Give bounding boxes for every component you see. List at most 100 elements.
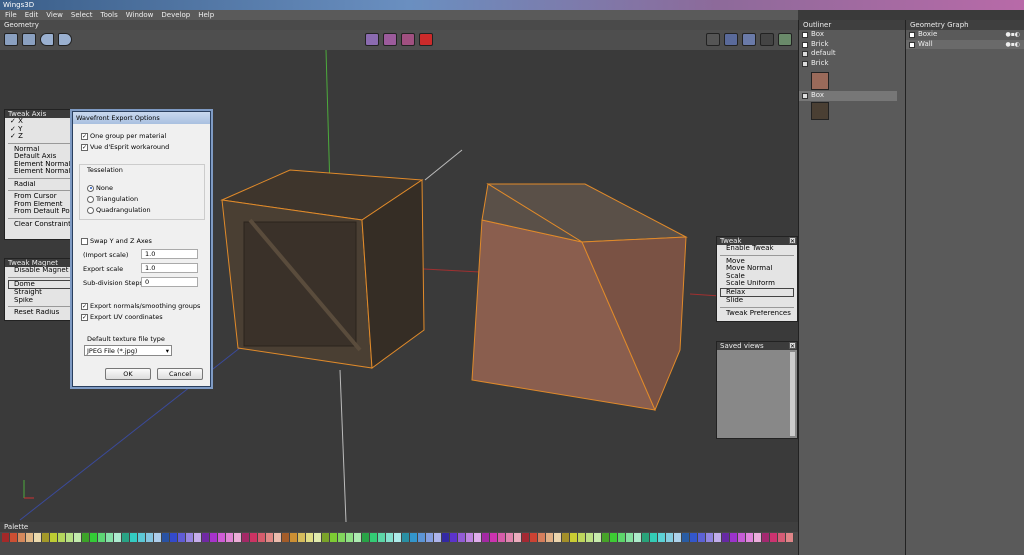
palette-swatch[interactable]	[82, 533, 90, 542]
scrollbar[interactable]	[790, 352, 795, 436]
palette-swatch[interactable]	[690, 533, 698, 542]
palette-swatch[interactable]	[682, 533, 690, 542]
axes-icon[interactable]	[778, 33, 792, 46]
palette-swatch[interactable]	[466, 533, 474, 542]
palette-swatch[interactable]	[322, 533, 330, 542]
palette-swatch[interactable]	[18, 533, 26, 542]
outliner-item[interactable]: Brick	[799, 59, 905, 69]
palette-swatch[interactable]	[66, 533, 74, 542]
palette-swatch[interactable]	[98, 533, 106, 542]
palette-swatch[interactable]	[506, 533, 514, 542]
palette-swatch[interactable]	[202, 533, 210, 542]
palette-swatch[interactable]	[770, 533, 778, 542]
box-texture-thumbnail[interactable]	[811, 102, 829, 120]
menu-window[interactable]: Window	[126, 11, 154, 19]
palette-swatch[interactable]	[186, 533, 194, 542]
palette-swatch[interactable]	[786, 533, 794, 542]
palette-swatch[interactable]	[146, 533, 154, 542]
palette-swatch[interactable]	[234, 533, 242, 542]
radio-quadrangulation[interactable]: Quadrangulation	[87, 206, 151, 214]
one-group-checkbox[interactable]: ✓ One group per material	[81, 132, 166, 140]
undo-icon[interactable]	[40, 33, 54, 46]
palette-swatch[interactable]	[250, 533, 258, 542]
palette-swatch[interactable]	[378, 533, 386, 542]
palette-swatch[interactable]	[258, 533, 266, 542]
palette-swatch[interactable]	[626, 533, 634, 542]
palette-swatch[interactable]	[714, 533, 722, 542]
export-normals-checkbox[interactable]: ✓ Export normals/smoothing groups	[81, 302, 200, 310]
palette-swatch[interactable]	[394, 533, 402, 542]
palette-swatch[interactable]	[610, 533, 618, 542]
move-normal-item[interactable]: Move Normal	[717, 265, 797, 273]
palette-swatch[interactable]	[242, 533, 250, 542]
menu-view[interactable]: View	[46, 11, 63, 19]
palette-swatch[interactable]	[434, 533, 442, 542]
vue-checkbox[interactable]: ✓ Vue d'Esprit workaround	[81, 143, 169, 151]
palette-swatch[interactable]	[490, 533, 498, 542]
palette-swatch[interactable]	[210, 533, 218, 542]
enable-tweak-item[interactable]: Enable Tweak	[717, 245, 797, 253]
palette-swatch[interactable]	[298, 533, 306, 542]
palette-swatch[interactable]	[178, 533, 186, 542]
palette-swatch[interactable]	[410, 533, 418, 542]
palette-swatch[interactable]	[674, 533, 682, 542]
palette-swatch[interactable]	[338, 533, 346, 542]
menu-help[interactable]: Help	[198, 11, 214, 19]
texture-type-select[interactable]: JPEG File (*.jpg) ▾	[84, 345, 172, 356]
palette-swatch[interactable]	[218, 533, 226, 542]
visibility-icon[interactable]: ●▪◐	[1005, 30, 1020, 40]
palette-swatch[interactable]	[266, 533, 274, 542]
palette-swatch[interactable]	[738, 533, 746, 542]
relax-item[interactable]: Relax	[720, 287, 794, 297]
move-item[interactable]: Move	[717, 258, 797, 266]
palette-swatch[interactable]	[722, 533, 730, 542]
palette-swatch[interactable]	[602, 533, 610, 542]
palette-swatch[interactable]	[274, 533, 282, 542]
cancel-button[interactable]: Cancel	[157, 368, 203, 380]
palette-swatch[interactable]	[554, 533, 562, 542]
palette-swatch[interactable]	[578, 533, 586, 542]
export-scale-field[interactable]: 1.0	[141, 263, 198, 273]
palette-swatch[interactable]	[194, 533, 202, 542]
face-select-icon[interactable]	[401, 33, 415, 46]
graph-item[interactable]: Wall ●▪◐	[906, 39, 1024, 50]
outliner-item[interactable]: default	[799, 49, 905, 59]
close-icon[interactable]: ✕	[789, 237, 796, 245]
ok-button[interactable]: OK	[105, 368, 151, 380]
radio-triangulation[interactable]: Triangulation	[87, 195, 138, 203]
scale-uniform-item[interactable]: Scale Uniform	[717, 280, 797, 288]
palette-swatch[interactable]	[658, 533, 666, 542]
palette-swatch[interactable]	[74, 533, 82, 542]
palette-swatch[interactable]	[562, 533, 570, 542]
palette-swatch[interactable]	[170, 533, 178, 542]
perspective-icon[interactable]	[760, 33, 774, 46]
radio-none[interactable]: None	[87, 184, 113, 192]
close-icon[interactable]: ✕	[789, 342, 796, 350]
palette-swatch[interactable]	[362, 533, 370, 542]
palette-swatch[interactable]	[314, 533, 322, 542]
outliner-item-selected[interactable]: Box	[799, 91, 897, 101]
palette-swatch[interactable]	[442, 533, 450, 542]
palette-swatches[interactable]	[2, 533, 797, 542]
palette-swatch[interactable]	[730, 533, 738, 542]
palette-swatch[interactable]	[114, 533, 122, 542]
palette-swatch[interactable]	[58, 533, 66, 542]
graph-item[interactable]: Boxie ●▪◐	[906, 30, 1024, 40]
palette-swatch[interactable]	[762, 533, 770, 542]
visibility-icon[interactable]: ●▪◐	[1005, 40, 1020, 50]
palette-swatch[interactable]	[226, 533, 234, 542]
palette-swatch[interactable]	[154, 533, 162, 542]
palette-swatch[interactable]	[330, 533, 338, 542]
palette-swatch[interactable]	[402, 533, 410, 542]
menu-tools[interactable]: Tools	[101, 11, 118, 19]
palette-swatch[interactable]	[514, 533, 522, 542]
body-select-icon[interactable]	[419, 33, 433, 46]
palette-swatch[interactable]	[106, 533, 114, 542]
export-uv-checkbox[interactable]: ✓ Export UV coordinates	[81, 313, 163, 321]
swap-axes-checkbox[interactable]: Swap Y and Z Axes	[81, 237, 152, 245]
palette-swatch[interactable]	[570, 533, 578, 542]
palette-swatch[interactable]	[370, 533, 378, 542]
palette-swatch[interactable]	[346, 533, 354, 542]
edge-select-icon[interactable]	[383, 33, 397, 46]
palette-swatch[interactable]	[354, 533, 362, 542]
